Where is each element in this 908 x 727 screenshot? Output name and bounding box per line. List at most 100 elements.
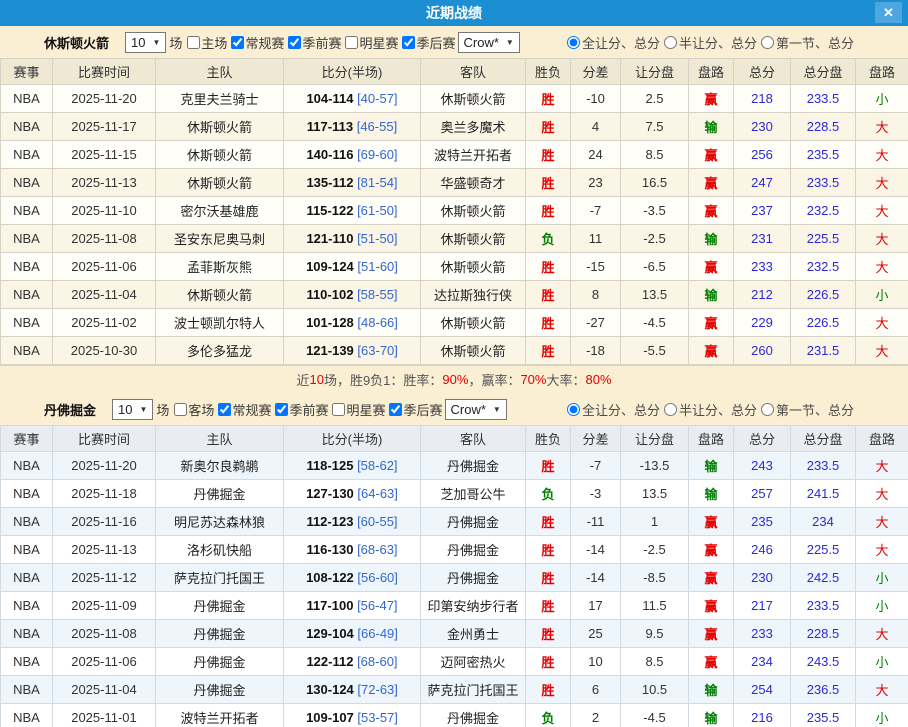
- odds-type-option-0[interactable]: 全让分、总分: [567, 400, 660, 419]
- cell-total-result: 大: [856, 197, 908, 225]
- cell-away-team: 华盛顿奇才: [421, 169, 526, 197]
- odds-type-option-2[interactable]: 第一节、总分: [761, 400, 854, 419]
- cell-league: NBA: [1, 592, 53, 620]
- cell-date: 2025-10-30: [53, 337, 156, 365]
- final-score: 121-139: [306, 343, 354, 358]
- checkbox-input[interactable]: [275, 403, 288, 416]
- halftime-score: [68-63]: [357, 542, 397, 557]
- games-count-select[interactable]: 10▼: [112, 399, 153, 420]
- cell-home-team: 波特兰开拓者: [156, 704, 284, 727]
- cell-total-points: 218: [734, 85, 791, 113]
- filter-checkbox-0[interactable]: 主场: [183, 33, 227, 52]
- cell-result: 胜: [526, 113, 571, 141]
- cell-score: 127-130 [64-63]: [284, 480, 421, 508]
- games-table: 赛事比赛时间主队比分(半场)客队胜负分差让分盘盘路总分总分盘盘路NBA2025-…: [0, 58, 908, 365]
- cell-total-points: 243: [734, 452, 791, 480]
- cell-handicap-result: 赢: [689, 564, 734, 592]
- summary-segment: 70%: [520, 372, 546, 387]
- game-row: NBA2025-10-30多伦多猛龙121-139 [63-70]休斯顿火箭胜-…: [1, 337, 908, 365]
- cell-league: NBA: [1, 113, 53, 141]
- column-header: 比分(半场): [284, 426, 421, 452]
- column-header: 盘路: [856, 59, 908, 85]
- cell-total-line: 232.5: [791, 253, 856, 281]
- cell-total-line: 226.5: [791, 281, 856, 309]
- filter-checkbox-3[interactable]: 明星赛: [328, 400, 385, 419]
- final-score: 117-100: [306, 598, 353, 613]
- checkbox-input[interactable]: [187, 36, 200, 49]
- cell-date: 2025-11-04: [53, 281, 156, 309]
- cell-result: 负: [526, 704, 571, 727]
- radio-input[interactable]: [664, 36, 677, 49]
- odds-type-option-1[interactable]: 半让分、总分: [664, 400, 757, 419]
- company-select[interactable]: Crow*▼: [458, 32, 520, 53]
- cell-point-diff: 23: [571, 169, 621, 197]
- cell-total-result: 小: [856, 592, 908, 620]
- halftime-score: [81-54]: [357, 175, 397, 190]
- checkbox-input[interactable]: [231, 36, 244, 49]
- filter-checkbox-1[interactable]: 常规赛: [214, 400, 271, 419]
- filter-checkbox-2[interactable]: 季前赛: [284, 33, 341, 52]
- odds-type-option-2[interactable]: 第一节、总分: [761, 33, 854, 52]
- odds-type-option-0[interactable]: 全让分、总分: [567, 33, 660, 52]
- cell-total-result: 大: [856, 452, 908, 480]
- radio-input[interactable]: [664, 403, 677, 416]
- cell-date: 2025-11-15: [53, 141, 156, 169]
- games-count-select[interactable]: 10▼: [125, 32, 166, 53]
- filter-checkbox-2[interactable]: 季前赛: [271, 400, 328, 419]
- final-score: 101-128: [306, 315, 354, 330]
- cell-result: 胜: [526, 452, 571, 480]
- cell-home-team: 波士顿凯尔特人: [156, 309, 284, 337]
- company-select[interactable]: Crow*▼: [445, 399, 507, 420]
- checkbox-input[interactable]: [389, 403, 402, 416]
- cell-score: 108-122 [56-60]: [284, 564, 421, 592]
- cell-score: 116-130 [68-63]: [284, 536, 421, 564]
- cell-date: 2025-11-04: [53, 676, 156, 704]
- checkbox-input[interactable]: [218, 403, 231, 416]
- cell-league: NBA: [1, 309, 53, 337]
- column-header: 胜负: [526, 426, 571, 452]
- checkbox-input[interactable]: [332, 403, 345, 416]
- halftime-score: [66-49]: [357, 626, 397, 641]
- odds-type-option-1[interactable]: 半让分、总分: [664, 33, 757, 52]
- close-button[interactable]: ✕: [875, 2, 902, 23]
- filter-checkbox-4[interactable]: 季后赛: [385, 400, 442, 419]
- checkbox-input[interactable]: [174, 403, 187, 416]
- cell-handicap-line: 2.5: [621, 85, 689, 113]
- halftime-score: [56-47]: [357, 598, 397, 613]
- summary-segment: ，赢率：: [468, 370, 520, 389]
- game-row: NBA2025-11-12萨克拉门托国王108-122 [56-60]丹佛掘金胜…: [1, 564, 908, 592]
- cell-away-team: 休斯顿火箭: [421, 253, 526, 281]
- cell-handicap-line: 1: [621, 508, 689, 536]
- filter-checkbox-0[interactable]: 客场: [170, 400, 214, 419]
- game-row: NBA2025-11-06丹佛掘金122-112 [68-60]迈阿密热火胜10…: [1, 648, 908, 676]
- checkbox-input[interactable]: [402, 36, 415, 49]
- checkbox-input[interactable]: [345, 36, 358, 49]
- radio-input[interactable]: [761, 403, 774, 416]
- checkbox-input[interactable]: [288, 36, 301, 49]
- final-score: 129-104: [306, 626, 354, 641]
- cell-handicap-line: -13.5: [621, 452, 689, 480]
- halftime-score: [63-70]: [357, 343, 397, 358]
- game-row: NBA2025-11-20新奥尔良鹈鹕118-125 [58-62]丹佛掘金胜-…: [1, 452, 908, 480]
- cell-point-diff: -3: [571, 480, 621, 508]
- filter-checkbox-3[interactable]: 明星赛: [341, 33, 398, 52]
- cell-home-team: 多伦多猛龙: [156, 337, 284, 365]
- cell-home-team: 孟菲斯灰熊: [156, 253, 284, 281]
- cell-score: 110-102 [58-55]: [284, 281, 421, 309]
- final-score: 109-124: [306, 259, 354, 274]
- filter-checkbox-1[interactable]: 常规赛: [227, 33, 284, 52]
- halftime-score: [72-63]: [357, 682, 397, 697]
- filter-checkbox-4[interactable]: 季后赛: [398, 33, 455, 52]
- cell-total-points: 257: [734, 480, 791, 508]
- cell-point-diff: -27: [571, 309, 621, 337]
- cell-away-team: 迈阿密热火: [421, 648, 526, 676]
- cell-date: 2025-11-08: [53, 620, 156, 648]
- radio-input[interactable]: [761, 36, 774, 49]
- cell-away-team: 丹佛掘金: [421, 564, 526, 592]
- cell-result: 胜: [526, 253, 571, 281]
- final-score: 135-112: [306, 175, 353, 190]
- radio-input[interactable]: [567, 403, 580, 416]
- column-header: 让分盘: [621, 59, 689, 85]
- radio-input[interactable]: [567, 36, 580, 49]
- cell-handicap-result: 输: [689, 704, 734, 727]
